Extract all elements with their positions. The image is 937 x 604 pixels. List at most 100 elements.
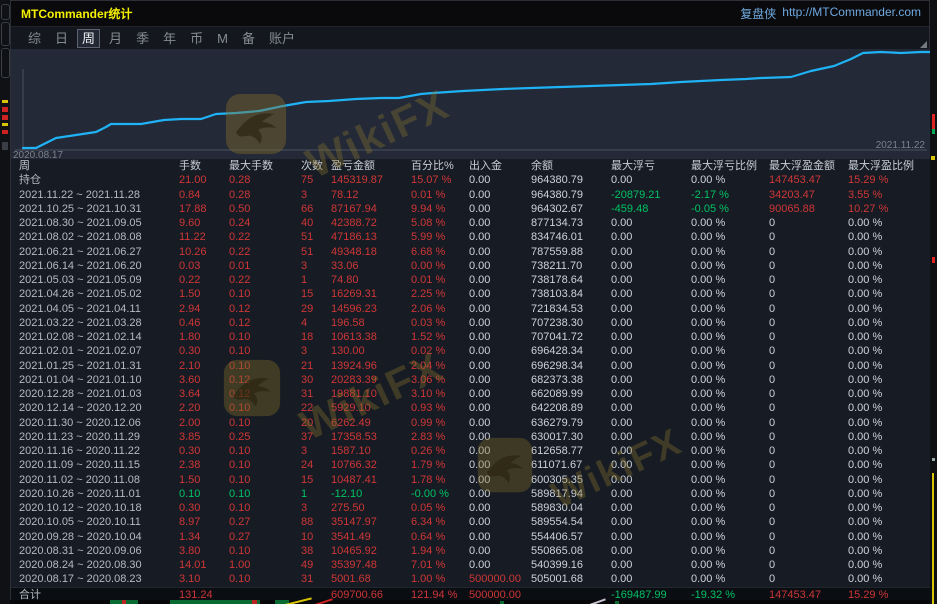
row15-cell-0: 2020.12.28 ~ 2021.01.03 (19, 387, 179, 401)
row25-cell-7: 554406.57 (531, 530, 611, 544)
table-row[interactable]: 2020.10.12 ~ 2020.10.180.300.103275.500.… (11, 501, 931, 515)
row8-cell-3: 15 (301, 287, 331, 301)
row28-cell-2: 0.10 (229, 572, 301, 586)
row22-cell-1: 0.10 (179, 487, 229, 501)
menu-item-季[interactable]: 季 (131, 30, 154, 47)
row25-cell-9: 0.00 % (691, 530, 769, 544)
table-row[interactable]: 2020.12.14 ~ 2020.12.202.200.10225929.10… (11, 401, 931, 415)
row1-cell-4: 78.12 (331, 188, 411, 202)
row4-cell-3: 51 (301, 230, 331, 244)
stats-table: 周手数最大手数次数盈亏金额百分比%出入金余额最大浮亏最大浮亏比例最大浮盈金额最大… (11, 159, 931, 601)
window-title: MTCommander统计 (21, 5, 132, 22)
row23-cell-2: 0.10 (229, 501, 301, 515)
table-row[interactable]: 2021.08.30 ~ 2021.09.059.600.244042388.7… (11, 216, 931, 230)
row0-cell-7: 964380.79 (531, 173, 611, 187)
row3-cell-5: 5.08 % (411, 216, 469, 230)
table-row[interactable]: 2021.06.14 ~ 2021.06.200.030.01333.060.0… (11, 259, 931, 273)
table-row[interactable]: 2021.10.25 ~ 2021.10.3117.880.506687167.… (11, 202, 931, 216)
menu-item-M[interactable]: M (212, 30, 233, 47)
menu-item-综[interactable]: 综 (23, 30, 46, 47)
table-row[interactable]: 2021.03.22 ~ 2021.03.280.460.124196.580.… (11, 316, 931, 330)
row0-cell-2: 0.28 (229, 173, 301, 187)
row2-cell-10: 90065.88 (769, 202, 848, 216)
table-row[interactable]: 2021.08.02 ~ 2021.08.0811.220.225147186.… (11, 230, 931, 244)
table-body: 持仓21.000.2875145319.8715.07 %0.00964380.… (11, 173, 931, 586)
table-row[interactable]: 2020.10.05 ~ 2020.10.118.970.278835147.9… (11, 515, 931, 529)
row8-cell-5: 2.25 % (411, 287, 469, 301)
row5-cell-10: 0 (769, 245, 848, 259)
table-row[interactable]: 2021.04.05 ~ 2021.04.112.940.122914596.2… (11, 302, 931, 316)
row27-cell-4: 35397.48 (331, 558, 411, 572)
row26-cell-8: 0.00 (611, 544, 691, 558)
row24-cell-4: 35147.97 (331, 515, 411, 529)
row25-cell-6: 0.00 (469, 530, 531, 544)
table-row[interactable]: 2021.11.22 ~ 2021.11.280.840.28378.120.0… (11, 188, 931, 202)
row13-cell-3: 21 (301, 359, 331, 373)
table-row[interactable]: 2020.11.02 ~ 2020.11.081.500.101510487.4… (11, 473, 931, 487)
row15-cell-1: 3.64 (179, 387, 229, 401)
table-row[interactable]: 2021.02.08 ~ 2021.02.141.800.101810613.3… (11, 330, 931, 344)
row16-cell-5: 0.93 % (411, 401, 469, 415)
row3-cell-6: 0.00 (469, 216, 531, 230)
table-row[interactable]: 2021.01.04 ~ 2021.01.103.600.123020283.3… (11, 373, 931, 387)
row10-cell-8: 0.00 (611, 316, 691, 330)
table-row[interactable]: 2020.11.23 ~ 2020.11.293.850.253717358.5… (11, 430, 931, 444)
row10-cell-1: 0.46 (179, 316, 229, 330)
row2-cell-1: 17.88 (179, 202, 229, 216)
row17-cell-1: 2.00 (179, 416, 229, 430)
row15-cell-8: 0.00 (611, 387, 691, 401)
row20-cell-2: 0.10 (229, 458, 301, 472)
row17-cell-10: 0 (769, 416, 848, 430)
table-row[interactable]: 2020.11.09 ~ 2020.11.152.380.102410766.3… (11, 458, 931, 472)
table-row[interactable]: 2020.11.30 ~ 2020.12.062.000.10206262.49… (11, 416, 931, 430)
row9-cell-8: 0.00 (611, 302, 691, 316)
menu-item-日[interactable]: 日 (50, 30, 73, 47)
table-row[interactable]: 2020.08.17 ~ 2020.08.233.100.10315001.68… (11, 572, 931, 586)
row17-cell-7: 636279.79 (531, 416, 611, 430)
background-mark (932, 458, 935, 461)
table-row[interactable]: 2020.10.26 ~ 2020.11.010.100.101-12.10-0… (11, 487, 931, 501)
row18-cell-2: 0.25 (229, 430, 301, 444)
table-row[interactable]: 2020.11.16 ~ 2020.11.220.300.1031587.100… (11, 444, 931, 458)
row28-cell-10: 0 (769, 572, 848, 586)
table-row[interactable]: 2020.08.31 ~ 2020.09.063.800.103810465.9… (11, 544, 931, 558)
table-row[interactable]: 2020.09.28 ~ 2020.10.041.340.27103541.49… (11, 530, 931, 544)
menu-item-周[interactable]: 周 (77, 29, 100, 48)
table-row[interactable]: 2020.08.24 ~ 2020.08.3014.011.004935397.… (11, 558, 931, 572)
menu-item-月[interactable]: 月 (104, 30, 127, 47)
resize-grip-icon[interactable] (920, 41, 927, 48)
row10-cell-6: 0.00 (469, 316, 531, 330)
table-row[interactable]: 2020.12.28 ~ 2021.01.033.640.123119881.1… (11, 387, 931, 401)
table-row[interactable]: 2021.06.21 ~ 2021.06.2710.260.225149348.… (11, 245, 931, 259)
background-window-right-edge (930, 0, 937, 604)
row5-cell-11: 0.00 % (848, 245, 931, 259)
row26-cell-6: 0.00 (469, 544, 531, 558)
menu-item-币[interactable]: 币 (185, 30, 208, 47)
row16-cell-10: 0 (769, 401, 848, 415)
table-row[interactable]: 持仓21.000.2875145319.8715.07 %0.00964380.… (11, 173, 931, 187)
row18-cell-4: 17358.53 (331, 430, 411, 444)
row14-cell-8: 0.00 (611, 373, 691, 387)
menu-item-年[interactable]: 年 (158, 30, 181, 47)
row28-cell-6: 500000.00 (469, 572, 531, 586)
title-bar: MTCommander统计 复盘侠 http://MTCommander.com (11, 1, 929, 27)
menu-item-备[interactable]: 备 (237, 30, 260, 47)
row5-cell-4: 49348.18 (331, 245, 411, 259)
row10-cell-0: 2021.03.22 ~ 2021.03.28 (19, 316, 179, 330)
row28-cell-7: 505001.68 (531, 572, 611, 586)
table-row[interactable]: 2021.04.26 ~ 2021.05.021.500.101516269.3… (11, 287, 931, 301)
row21-cell-11: 0.00 % (848, 473, 931, 487)
row21-cell-9: 0.00 % (691, 473, 769, 487)
row21-cell-5: 1.78 % (411, 473, 469, 487)
brand-url-link[interactable]: http://MTCommander.com (782, 5, 921, 22)
row1-cell-1: 0.84 (179, 188, 229, 202)
table-row[interactable]: 2021.01.25 ~ 2021.01.312.100.102113924.9… (11, 359, 931, 373)
row9-cell-2: 0.12 (229, 302, 301, 316)
table-row[interactable]: 2021.05.03 ~ 2021.05.090.220.22174.800.0… (11, 273, 931, 287)
background-mark (931, 156, 935, 160)
menu-item-账户[interactable]: 账户 (264, 30, 300, 47)
table-row[interactable]: 2021.02.01 ~ 2021.02.070.300.103130.000.… (11, 344, 931, 358)
row14-cell-2: 0.12 (229, 373, 301, 387)
row16-cell-6: 0.00 (469, 401, 531, 415)
row13-cell-0: 2021.01.25 ~ 2021.01.31 (19, 359, 179, 373)
